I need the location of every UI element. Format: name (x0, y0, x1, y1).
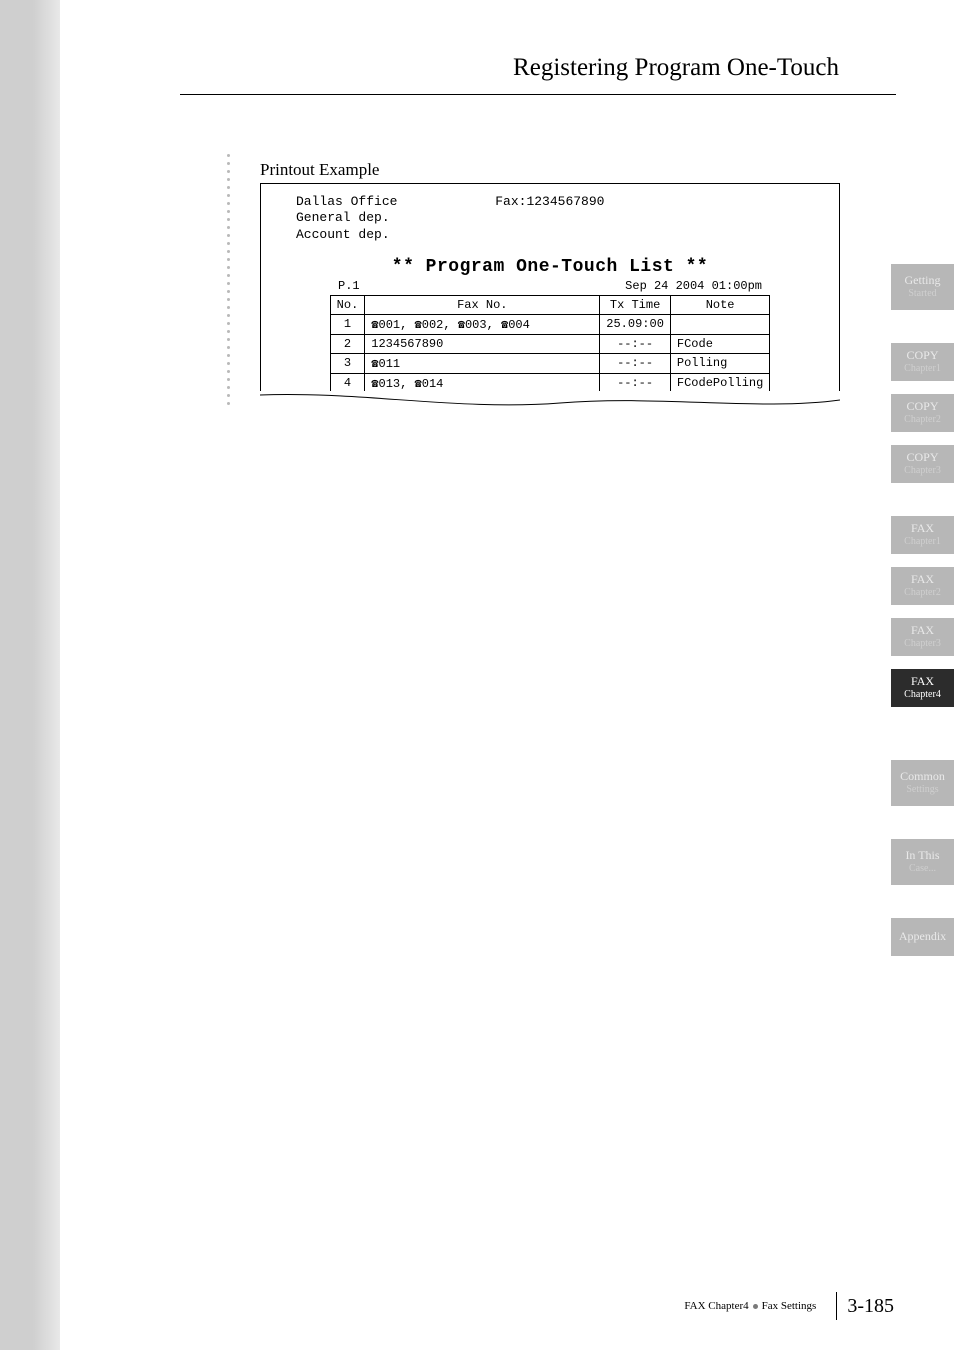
tab-label: COPY (906, 451, 938, 465)
tab-label: Appendix (899, 930, 946, 944)
tab-sublabel: Chapter1 (904, 536, 941, 548)
col-note-header: Note (670, 295, 769, 314)
table-header-row: No. Fax No. Tx Time Note (330, 295, 770, 314)
page-header-title: Registering Program One-Touch (513, 54, 839, 82)
header-divider (180, 94, 896, 95)
tab-fax-ch2[interactable]: FAX Chapter2 (891, 567, 954, 605)
footer-crumb-1: FAX Chapter4 (684, 1300, 748, 1312)
tab-sublabel: Chapter3 (904, 638, 941, 650)
fax-label: Fax:1234567890 (495, 194, 604, 209)
tab-sublabel: Started (908, 288, 936, 300)
table-row: 3 ☎011 --:-- Polling (330, 353, 770, 373)
tab-sublabel: Case... (909, 863, 936, 875)
cell-tx: --:-- (600, 353, 671, 373)
tab-label: FAX (911, 675, 934, 689)
tab-label: Common (900, 770, 945, 784)
org-line-2: General dep. (296, 210, 804, 226)
cell-no: 2 (330, 334, 365, 353)
cell-fax: 1234567890 (365, 334, 600, 353)
tab-sublabel: Chapter2 (904, 414, 941, 426)
side-tabs: Getting Started COPY Chapter1 COPY Chapt… (891, 264, 954, 969)
printout-frame: Dallas Office Fax:1234567890 General dep… (260, 183, 840, 413)
tab-sublabel: Chapter2 (904, 587, 941, 599)
tab-label: FAX (911, 573, 934, 587)
tab-sublabel: Chapter3 (904, 465, 941, 477)
paper-tear (260, 391, 840, 413)
tab-label: In This (905, 849, 939, 863)
cell-note: FCode (670, 334, 769, 353)
footer-separator (836, 1292, 837, 1320)
tab-label: COPY (906, 400, 938, 414)
tab-copy-ch1[interactable]: COPY Chapter1 (891, 343, 954, 381)
tab-copy-ch2[interactable]: COPY Chapter2 (891, 394, 954, 432)
tab-fax-ch1[interactable]: FAX Chapter1 (891, 516, 954, 554)
dotted-rule (227, 154, 231, 410)
printout-table: No. Fax No. Tx Time Note 1 ☎001, ☎002, ☎… (330, 295, 771, 394)
bullet-icon (753, 1304, 758, 1309)
printout-header: Dallas Office Fax:1234567890 General dep… (296, 194, 804, 243)
cell-fax: ☎011 (365, 353, 600, 373)
tab-appendix[interactable]: Appendix (891, 918, 954, 956)
tab-label: COPY (906, 349, 938, 363)
section-label: Printout Example (260, 160, 379, 180)
tab-label: Getting (905, 274, 941, 288)
tab-label: FAX (911, 624, 934, 638)
org-line-1: Dallas Office (296, 194, 397, 209)
tab-common-settings[interactable]: Common Settings (891, 760, 954, 806)
page-footer: FAX Chapter4 Fax Settings 3-185 (684, 1292, 894, 1320)
cell-note: Polling (670, 353, 769, 373)
printout-title: ** Program One-Touch List ** (296, 257, 804, 277)
printout-page: P.1 (338, 279, 360, 293)
tab-sublabel: Chapter1 (904, 363, 941, 375)
tab-sublabel: Chapter4 (904, 689, 941, 701)
table-row: 1 ☎001, ☎002, ☎003, ☎004 25.09:00 (330, 314, 770, 334)
tab-copy-ch3[interactable]: COPY Chapter3 (891, 445, 954, 483)
tab-getting-started[interactable]: Getting Started (891, 264, 954, 310)
org-line-3: Account dep. (296, 227, 804, 243)
col-fax-header: Fax No. (365, 295, 600, 314)
cell-tx: 25.09:00 (600, 314, 671, 334)
col-tx-header: Tx Time (600, 295, 671, 314)
col-no-header: No. (330, 295, 365, 314)
cell-note (670, 314, 769, 334)
tab-fax-ch4[interactable]: FAX Chapter4 (891, 669, 954, 707)
printout-datetime: Sep 24 2004 01:00pm (625, 279, 762, 293)
page-number: 3-185 (847, 1295, 894, 1318)
tab-fax-ch3[interactable]: FAX Chapter3 (891, 618, 954, 656)
tab-label: FAX (911, 522, 934, 536)
cell-no: 1 (330, 314, 365, 334)
left-margin-bar (0, 0, 60, 1350)
cell-tx: --:-- (600, 334, 671, 353)
cell-no: 3 (330, 353, 365, 373)
table-row: 2 1234567890 --:-- FCode (330, 334, 770, 353)
tab-in-this-case[interactable]: In This Case... (891, 839, 954, 885)
footer-crumb-2: Fax Settings (762, 1300, 817, 1312)
tab-sublabel: Settings (906, 784, 938, 796)
cell-fax: ☎001, ☎002, ☎003, ☎004 (365, 314, 600, 334)
